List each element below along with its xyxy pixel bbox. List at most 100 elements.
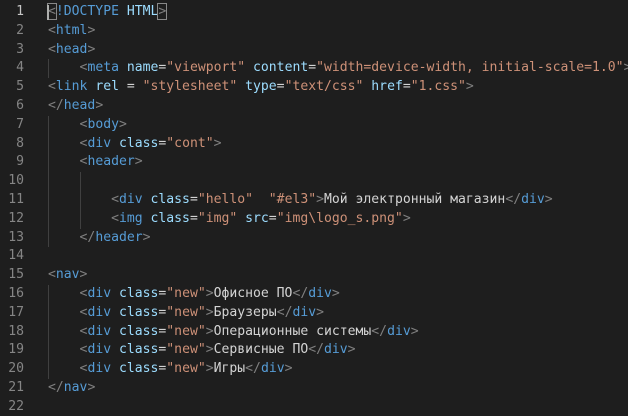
line-number: 8 [16,135,24,151]
token-br: < [48,267,56,283]
token-br: </ [48,380,64,395]
token-br: > [142,229,151,245]
token-br: > [205,304,214,320]
token-br: > [465,79,474,95]
token-txt: = [189,192,198,207]
line-content: </nav> [48,379,95,398]
token-attr: class [118,342,159,358]
token-attr: content [253,60,309,76]
code-line[interactable]: 2 <html> [0,22,628,41]
token-sp [48,136,80,151]
token-str: "stylesheet" [142,79,238,95]
line-number: 15 [8,267,24,283]
token-tag: div [521,192,545,207]
token-sp [48,324,80,339]
token-txt: = [276,79,285,95]
code-line[interactable]: 21 </nav> [0,379,628,398]
line-content: <body> [48,116,127,135]
token-str: "new" [166,342,206,358]
code-line[interactable]: 10 [0,172,628,191]
token-br: > [157,3,168,20]
code-line[interactable]: 6 </head> [0,97,628,116]
token-attr: class [118,135,159,151]
line-number: 3 [16,41,24,57]
token-br: </ [371,323,388,339]
token-tag: div [87,135,119,151]
code-line[interactable]: 13 </header> [0,229,628,248]
token-br: > [284,361,293,377]
code-editor[interactable]: 1 <!DOCTYPE HTML> 2 <html> 3 <head> 4 <meta na… [0,0,628,416]
code-line[interactable]: 7 <body> [0,116,628,135]
token-attr: src [245,210,269,226]
token-br: </ [308,342,324,358]
token-tag: div [260,361,285,377]
token-tag: div [324,342,348,358]
token-br: < [47,3,57,20]
line-number: 19 [8,342,24,358]
code-line[interactable]: 4 <meta name="viewport" content="width=d… [0,59,628,78]
code-line[interactable]: 9 <header> [0,153,628,172]
code-line[interactable]: 22 [0,398,628,416]
line-number: 7 [16,116,24,132]
token-str: "img" [197,210,238,226]
code-line[interactable]: 5 <link rel = "stylesheet" type="text/css… [0,78,628,97]
token-tag: div [387,323,411,339]
token-br: < [111,192,119,207]
code-area[interactable]: 1 <!DOCTYPE HTML> 2 <html> 3 <head> 4 <meta na… [0,0,628,416]
token-tag: div [308,286,332,301]
line-content: <div class="cont"> [48,135,222,154]
indent-guide [79,172,81,229]
token-br: < [48,41,56,57]
token-txt: = [268,210,277,226]
token-attr: class [118,286,159,301]
code-line[interactable]: 18 <div class="new">Операционные системы… [0,323,628,342]
line-content: <html> [48,22,95,41]
token-tag: head [55,41,88,57]
token-tag: meta [87,60,127,76]
token-br: > [623,60,628,76]
token-br: < [48,22,56,38]
code-line[interactable]: 12 <img class="img" src="img\logo_s.png"… [0,210,628,229]
code-line[interactable]: 16 <div class="new">Офисное ПО</div> [0,285,628,304]
token-str: "new" [166,323,206,339]
code-line[interactable]: 3 <head> [0,41,628,60]
code-line[interactable]: 17 <div class="new">Браузеры</div> [0,304,628,323]
code-line[interactable]: 20 <div class="new">Игры</div> [0,360,628,379]
token-str: "1.css" [410,79,466,95]
token-tag: div [87,361,119,377]
token-br: > [205,323,214,339]
text-cursor [47,5,49,20]
token-str: "new" [166,361,206,377]
line-content: <link rel = "stylesheet" type="text/css"… [48,78,474,97]
token-br: > [87,380,96,395]
token-tag: div [292,304,317,320]
token-br: </ [245,361,261,377]
code-line[interactable]: 14 [0,247,628,266]
code-line[interactable]: 8 <div class="cont"> [0,135,628,154]
token-br: </ [79,229,96,245]
line-number: 20 [8,361,24,377]
line-content: <div class="new">Браузеры</div> [48,304,324,323]
token-txt: = [189,210,198,226]
line-number: 14 [8,248,24,264]
token-str: "cont" [166,135,214,151]
line-content: <meta name="viewport" content="width=dev… [48,59,628,78]
code-line[interactable]: 19 <div class="new">Сервисные ПО</div> [0,341,628,360]
token-str: "img\logo_s.png" [276,210,403,226]
token-br: < [111,210,119,226]
code-line[interactable]: 11 <div class="hello" "#el3">Мой электро… [0,191,628,210]
token-br: > [347,342,356,358]
line-content: <div class="new">Сервисные ПО</div> [48,341,356,360]
code-line[interactable]: 1 <!DOCTYPE HTML> [0,3,628,22]
token-str: "#el3" [268,192,317,207]
token-sp [48,230,80,245]
line-number: 4 [16,60,24,76]
indent-guide [48,115,49,248]
line-number: 16 [8,286,24,301]
token-br: < [48,79,56,95]
code-line[interactable]: 15 <nav> [0,266,628,285]
token-attr: class [150,192,190,207]
line-number: 6 [16,98,24,113]
